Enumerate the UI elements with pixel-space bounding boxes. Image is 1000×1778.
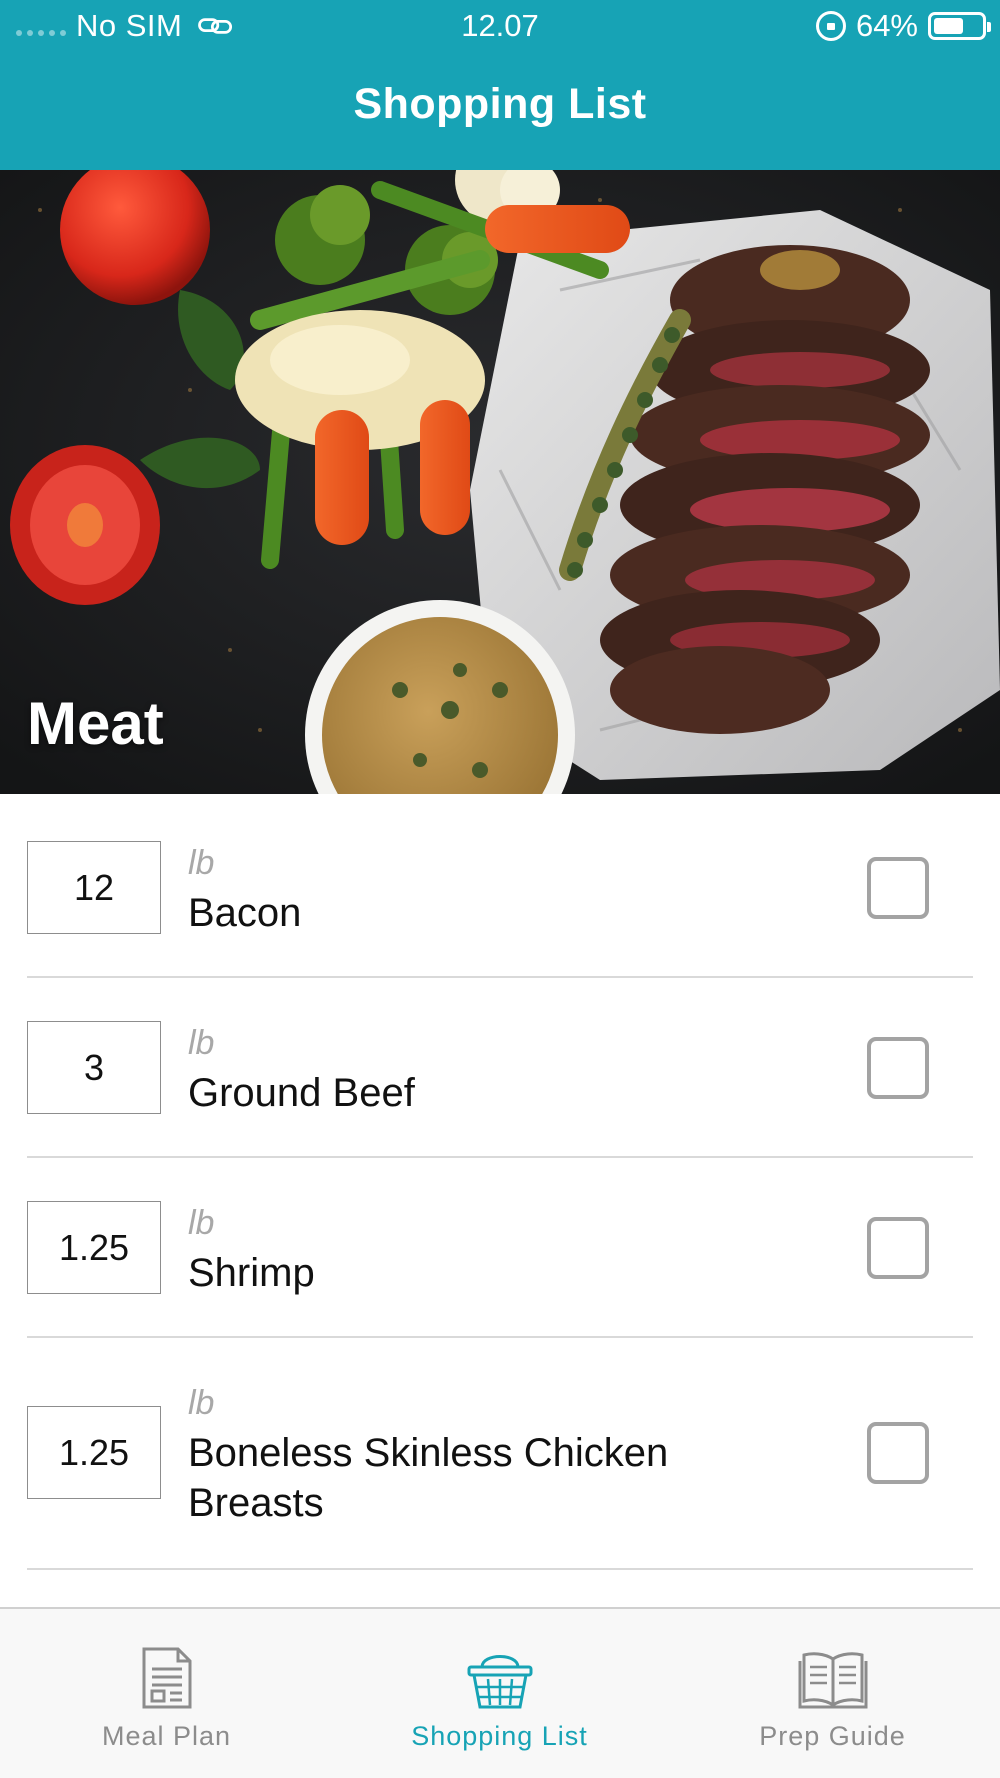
- app-header: No SIM 12.07 64% Shopping List: [0, 0, 1000, 170]
- quantity-field[interactable]: 1.25: [27, 1201, 161, 1294]
- document-icon: [142, 1647, 191, 1709]
- item-checkbox[interactable]: [867, 857, 929, 919]
- item-name: Shrimp: [188, 1251, 315, 1295]
- quantity-field[interactable]: 12: [27, 841, 161, 934]
- battery-percent: 64%: [855, 8, 918, 43]
- list-item[interactable]: 1.25 lb Boneless Skinless Chicken Breast…: [0, 1338, 1000, 1570]
- tab-meal-plan[interactable]: Meal Plan: [0, 1609, 333, 1778]
- tab-label: Prep Guide: [759, 1721, 906, 1751]
- item-name: Boneless Skinless Chicken Breasts: [188, 1431, 669, 1525]
- item-checkbox[interactable]: [867, 1422, 929, 1484]
- basket-icon: [467, 1655, 532, 1709]
- tab-label: Shopping List: [411, 1721, 588, 1751]
- status-right: 64%: [815, 8, 991, 44]
- category-title: Meat: [27, 690, 164, 757]
- item-checkbox[interactable]: [867, 1217, 929, 1279]
- quantity-field[interactable]: 1.25: [27, 1406, 161, 1499]
- list-item[interactable]: 1.25 lb Shrimp: [0, 1158, 1000, 1338]
- item-name: Bacon: [188, 891, 302, 935]
- item-checkbox[interactable]: [867, 1037, 929, 1099]
- item-name: Ground Beef: [188, 1071, 415, 1115]
- unit-label: lb: [188, 1204, 215, 1242]
- orientation-lock-icon: [815, 11, 846, 41]
- tab-prep-guide[interactable]: Prep Guide: [666, 1609, 999, 1778]
- unit-label: lb: [188, 1384, 215, 1422]
- open-book-icon: [798, 1652, 867, 1709]
- tab-shopping-list[interactable]: Shopping List: [333, 1609, 666, 1778]
- category-hero-image: Meat: [0, 170, 1000, 794]
- battery-icon: [928, 12, 991, 40]
- status-bar: No SIM 12.07 64%: [0, 0, 1000, 52]
- battery-level-fill: [934, 18, 964, 34]
- unit-label: lb: [188, 1024, 215, 1062]
- tab-label: Meal Plan: [101, 1721, 232, 1751]
- page-title: Shopping List: [353, 80, 647, 128]
- bottom-tab-bar: Meal Plan Shopping List Prep Guide: [0, 1607, 1000, 1778]
- list-item[interactable]: 12 lb Bacon: [0, 794, 1000, 978]
- divider: [27, 1568, 973, 1570]
- quantity-field[interactable]: 3: [27, 1021, 161, 1114]
- unit-label: lb: [188, 844, 215, 882]
- list-item[interactable]: 3 lb Ground Beef: [0, 978, 1000, 1158]
